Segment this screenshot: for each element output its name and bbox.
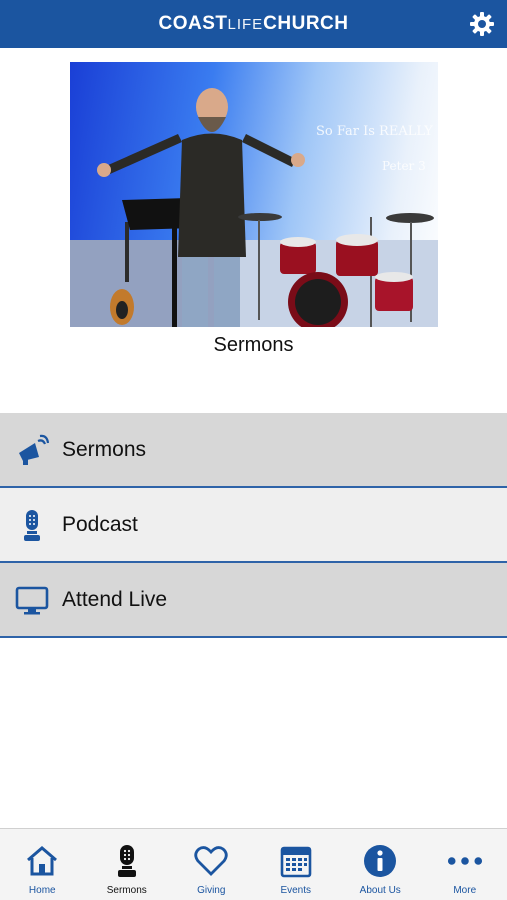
app-header: COAST LIFE CHURCH (0, 0, 507, 48)
tab-label-about-us: About Us (359, 885, 401, 896)
church-logo: COAST LIFE CHURCH (158, 13, 348, 35)
tab-label-giving: Giving (197, 885, 226, 896)
tab-label-home: Home (28, 885, 56, 896)
tab-sermons[interactable]: Sermons (87, 829, 167, 896)
tab-label-sermons: Sermons (106, 885, 147, 896)
hero-caption: Sermons (213, 334, 294, 356)
logo-church: CHURCH (263, 13, 349, 34)
menu-label-sermons: Sermons (62, 437, 147, 461)
tab-giving[interactable]: Giving (171, 829, 251, 896)
tab-label-events: Events (280, 885, 312, 896)
tab-more[interactable]: More (425, 829, 505, 896)
menu-label-podcast: Podcast (62, 512, 138, 536)
bottom-tab-bar: Home Sermons Giving Events About Us More (0, 828, 507, 900)
info-icon (362, 843, 398, 879)
megaphone-icon (14, 432, 50, 468)
more-icon (447, 843, 483, 879)
menu-item-sermons[interactable]: Sermons (0, 413, 507, 488)
sermons-menu: Sermons Podcast Attend Live (0, 413, 507, 638)
screen-text-1: So Far Is REALLY (316, 124, 433, 139)
tab-label-more: More (453, 885, 477, 896)
tab-events[interactable]: Events (256, 829, 336, 896)
home-icon (24, 843, 60, 879)
tab-about-us[interactable]: About Us (340, 829, 420, 896)
menu-item-attend-live[interactable]: Attend Live (0, 563, 507, 638)
logo-life: LIFE (227, 16, 264, 33)
microphone-icon (109, 843, 145, 879)
menu-label-attend-live: Attend Live (62, 587, 168, 611)
calendar-icon (278, 843, 314, 879)
logo-coast: COAST (158, 13, 228, 34)
gear-icon[interactable] (469, 11, 495, 37)
sermon-hero-image[interactable]: So Far Is REALLY Peter 3 (70, 62, 438, 327)
heart-icon (193, 843, 229, 879)
menu-item-podcast[interactable]: Podcast (0, 488, 507, 563)
tab-home[interactable]: Home (2, 829, 82, 896)
screen-text-2: Peter 3 (382, 159, 426, 173)
microphone-icon (14, 507, 50, 543)
monitor-icon (14, 582, 50, 618)
